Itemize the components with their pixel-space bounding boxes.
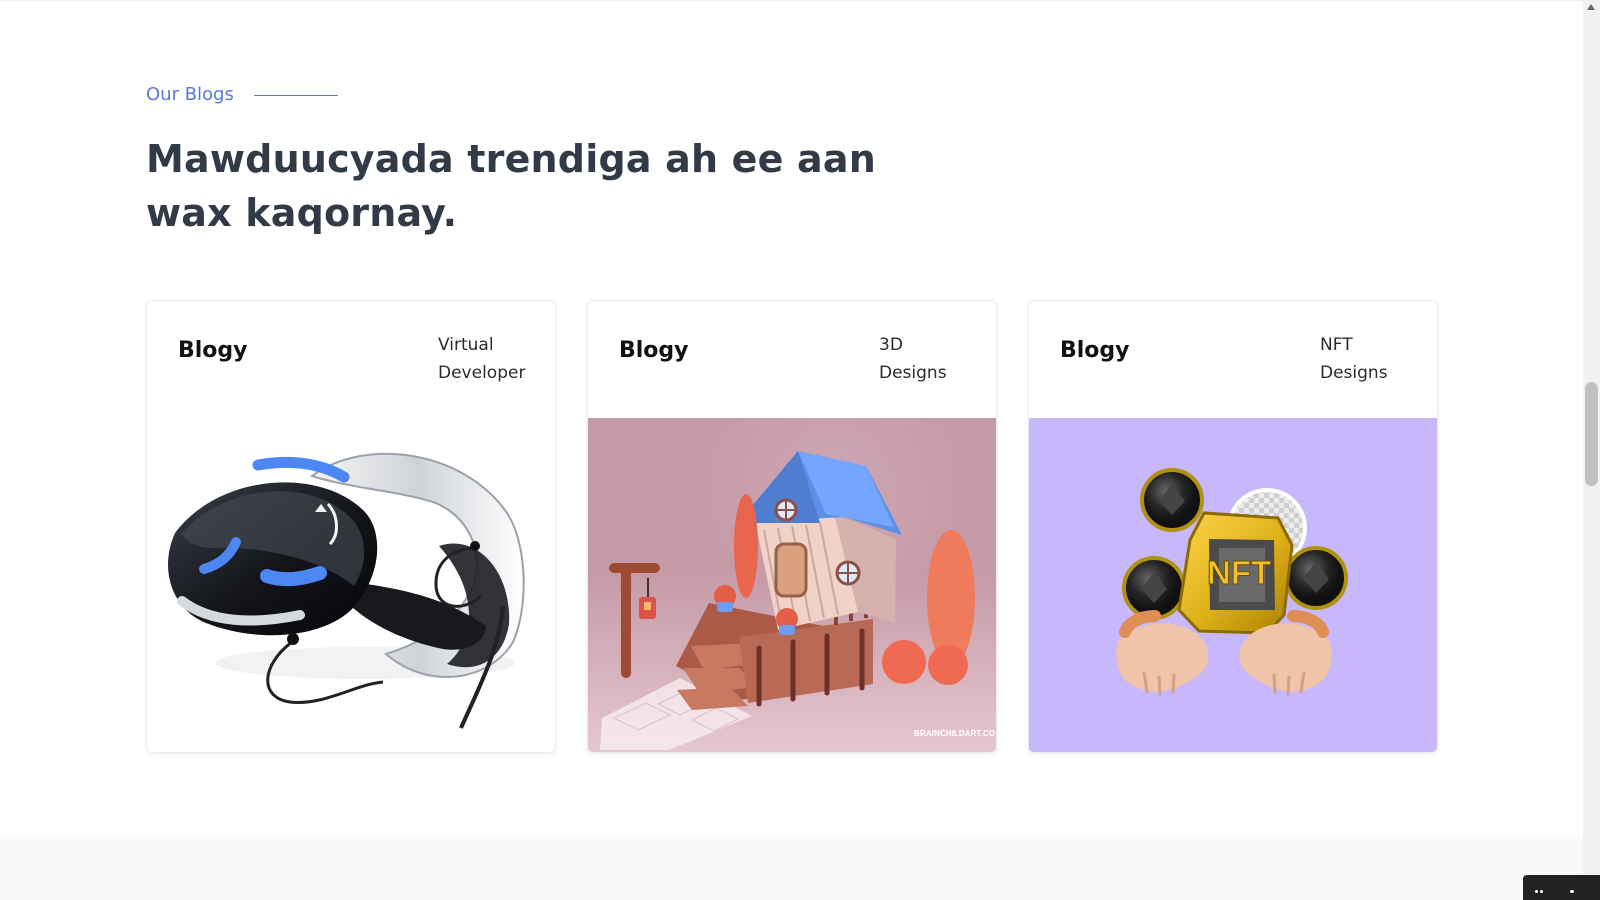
card-brand: Blogy	[178, 338, 248, 363]
card-category: 3D Designs	[879, 335, 947, 383]
svg-text:NFT: NFT	[1207, 554, 1271, 591]
house-scene-icon: BRAINCHILDART.CO	[600, 451, 995, 750]
card-header: Blogy 3D Designs	[588, 301, 996, 418]
nft-hands-icon: NFT	[1116, 468, 1348, 697]
card-header: Blogy Virtual Developer	[147, 301, 555, 418]
scrollbar-thumb[interactable]	[1585, 382, 1598, 486]
card-image-vr	[147, 418, 555, 752]
dot-icon	[1570, 890, 1574, 893]
section-title: Mawduucyada trendiga ah ee aan wax kaqor…	[146, 137, 876, 235]
card-brand: Blogy	[619, 338, 689, 363]
card-brand: Blogy	[1060, 338, 1130, 363]
section-label: Our Blogs	[146, 84, 234, 105]
corner-widget[interactable]	[1523, 875, 1600, 900]
scroll-up-arrow-icon[interactable]	[1587, 4, 1595, 10]
blog-card-nft-designs[interactable]: Blogy NFT Designs NFT	[1028, 300, 1438, 753]
section-label-line	[253, 94, 338, 96]
page: Our Blogs Mawduucyada trendiga ah ee aan…	[0, 0, 1583, 900]
card-category: Virtual Developer	[438, 335, 526, 383]
top-divider	[0, 0, 1583, 1]
blog-cards: Blogy Virtual Developer Blogy 3D Designs…	[146, 300, 1438, 753]
blog-card-virtual-developer[interactable]: Blogy Virtual Developer	[146, 300, 556, 753]
card-image-nft: NFT	[1029, 418, 1437, 752]
card-header: Blogy NFT Designs	[1029, 301, 1437, 418]
blog-card-3d-designs[interactable]: Blogy 3D Designs BRAINCHILDART.CO	[587, 300, 997, 753]
dot-icon	[1540, 890, 1543, 893]
next-section-background	[0, 836, 1583, 900]
vertical-scrollbar[interactable]	[1583, 0, 1600, 900]
card-category: NFT Designs	[1320, 335, 1388, 383]
dot-icon	[1535, 890, 1538, 893]
card-image-3d-house: BRAINCHILDART.CO	[588, 418, 996, 752]
section-label-row: Our Blogs	[146, 86, 338, 104]
vr-headset-icon	[168, 452, 525, 729]
image-watermark: BRAINCHILDART.CO	[914, 729, 995, 738]
